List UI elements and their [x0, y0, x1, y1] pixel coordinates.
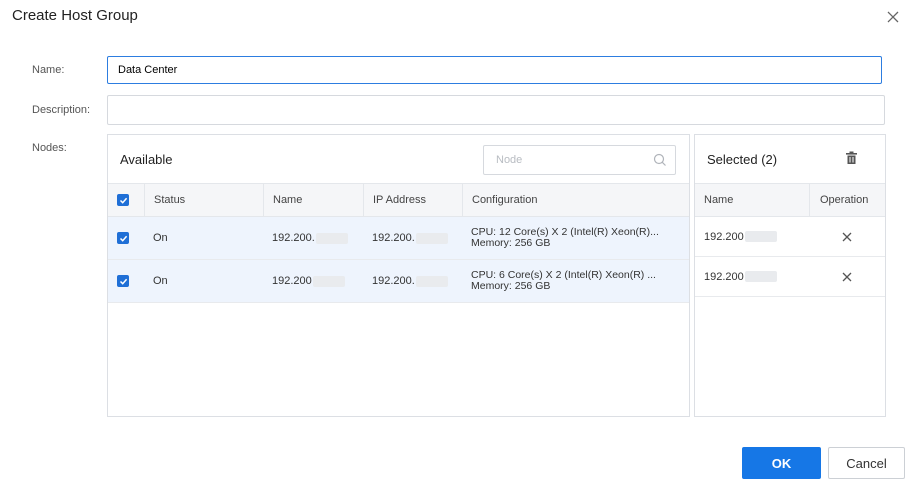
check-icon [119, 197, 127, 204]
row-status: On [153, 232, 168, 244]
available-table-header: Status Name IP Address Configuration [108, 183, 689, 217]
column-operation: Operation [809, 184, 885, 216]
row-configuration: CPU: 6 Core(s) X 2 (Intel(R) Xeon(R) ...… [462, 260, 689, 302]
header-select-all[interactable] [108, 184, 144, 216]
available-nodes-panel: Available Status Name IP Address Configu… [107, 134, 690, 417]
selected-name: 192.200 [704, 270, 744, 283]
row-configuration: CPU: 12 Core(s) X 2 (Intel(R) Xeon(R)...… [462, 217, 689, 259]
available-title: Available [120, 152, 173, 167]
description-input[interactable] [107, 95, 885, 125]
column-ip-address[interactable]: IP Address [363, 184, 462, 216]
cancel-button[interactable]: Cancel [828, 447, 905, 479]
selected-name: 192.200 [704, 230, 744, 243]
row-ip-cell: 192.200. [363, 217, 462, 259]
row-name: 192.200 [272, 275, 312, 287]
selected-name-cell: 192.200 [695, 217, 809, 256]
redaction-mask [415, 275, 448, 287]
column-name[interactable]: Name [695, 184, 809, 216]
row-config-cpu: CPU: 12 Core(s) X 2 (Intel(R) Xeon(R)... [471, 227, 659, 238]
row-checkbox[interactable] [117, 232, 129, 244]
column-name[interactable]: Name [263, 184, 363, 216]
selected-operation-cell [809, 217, 885, 256]
table-row[interactable]: On 192.200. 192.200. CPU: 12 Core(s) X 2… [108, 217, 689, 260]
row-config-memory: Memory: 256 GB [471, 281, 551, 292]
remove-icon[interactable] [842, 232, 852, 242]
remove-icon[interactable] [842, 272, 852, 282]
row-ip: 192.200. [372, 275, 415, 287]
row-name-cell: 192.200 [263, 260, 363, 302]
row-status: On [153, 275, 168, 287]
table-row[interactable]: On 192.200 192.200. CPU: 6 Core(s) X 2 (… [108, 260, 689, 303]
redaction-mask [312, 275, 345, 287]
redaction-mask [744, 271, 777, 282]
selected-nodes-panel: Selected (2) Name Operation 192.200 192.… [694, 134, 886, 417]
row-ip-cell: 192.200. [363, 260, 462, 302]
redaction-mask [415, 232, 448, 244]
check-icon [119, 235, 127, 242]
selected-table-header: Name Operation [695, 183, 885, 217]
description-label: Description: [32, 104, 91, 116]
row-config-memory: Memory: 256 GB [471, 238, 551, 249]
ok-button[interactable]: OK [742, 447, 821, 479]
select-all-checkbox[interactable] [117, 194, 129, 206]
selected-row: 192.200 [695, 257, 885, 297]
selected-name-cell: 192.200 [695, 257, 809, 296]
redaction-mask [315, 232, 348, 244]
row-name-cell: 192.200. [263, 217, 363, 259]
redaction-mask [744, 231, 777, 242]
row-name: 192.200. [272, 232, 315, 244]
selected-row: 192.200 [695, 217, 885, 257]
name-input[interactable] [107, 56, 882, 84]
search-icon[interactable] [653, 153, 667, 167]
nodes-label: Nodes: [32, 142, 67, 154]
row-checkbox[interactable] [117, 275, 129, 287]
selected-title: Selected (2) [707, 152, 778, 167]
node-search-input[interactable] [483, 145, 676, 175]
column-status[interactable]: Status [144, 184, 263, 216]
row-config-cpu: CPU: 6 Core(s) X 2 (Intel(R) Xeon(R) ... [471, 270, 656, 281]
column-configuration[interactable]: Configuration [462, 184, 689, 216]
trash-icon[interactable] [845, 151, 858, 165]
selected-operation-cell [809, 257, 885, 296]
dialog-title: Create Host Group [12, 7, 138, 24]
check-icon [119, 278, 127, 285]
name-label: Name: [32, 64, 65, 76]
close-icon[interactable] [886, 10, 900, 24]
row-select-cell [108, 217, 144, 259]
row-select-cell [108, 260, 144, 302]
row-ip: 192.200. [372, 232, 415, 244]
